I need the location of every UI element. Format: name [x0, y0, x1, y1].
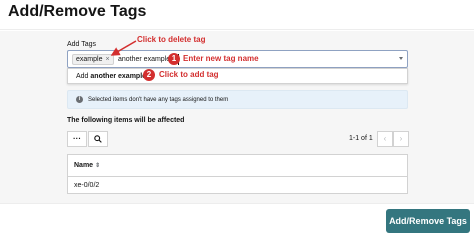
info-icon: i — [76, 96, 83, 103]
modal-footer: Add/Remove Tags — [0, 203, 474, 234]
search-icon — [94, 135, 102, 143]
add-tag-suggestion[interactable]: Add another example — [67, 68, 408, 84]
chip-remove-icon[interactable]: × — [105, 56, 109, 63]
more-options-button[interactable]: ··· — [67, 131, 87, 147]
caret-down-icon[interactable] — [399, 57, 403, 60]
sort-icon: ⇕ — [95, 163, 101, 169]
column-header-name[interactable]: Name ⇕ — [74, 162, 100, 169]
add-remove-tags-button[interactable]: Add/Remove Tags — [386, 209, 470, 233]
tags-input-text[interactable]: another example — [118, 54, 170, 65]
tag-chip: example × — [72, 54, 114, 65]
modal-title: Add/Remove Tags — [8, 3, 147, 20]
suggestion-value: another example — [90, 73, 147, 80]
suggestion-prefix: Add — [76, 73, 91, 80]
callout-add-tag: Click to add tag — [159, 70, 219, 79]
table-row: xe-0/0/2 — [74, 182, 100, 189]
column-header-label: Name — [74, 162, 94, 169]
tag-chip-label: example — [76, 56, 103, 63]
previous-page-button[interactable]: ‹ — [377, 131, 393, 147]
step-2-badge: 2 — [143, 69, 155, 81]
pagination-text: 1-1 of 1 — [349, 135, 373, 142]
modal-header: Add/Remove Tags — [0, 0, 474, 30]
suggestion-text: Add another example — [76, 72, 146, 81]
callout-enter-tag: Enter new tag name — [183, 54, 259, 63]
add-tags-label: Add Tags — [67, 41, 97, 48]
next-page-button[interactable]: › — [393, 131, 409, 147]
info-alert-text: Selected items don't have any tags assig… — [88, 97, 229, 103]
table-header: Name ⇕ — [68, 155, 407, 177]
callout-delete-tag: Click to delete tag — [137, 35, 206, 44]
info-alert: i Selected items don't have any tags ass… — [67, 90, 408, 109]
step-1-badge: 1 — [168, 53, 180, 65]
affected-items-heading: The following items will be affected — [67, 117, 185, 124]
affected-items-table: Name ⇕ xe-0/0/2 — [67, 154, 408, 194]
search-button[interactable] — [88, 131, 108, 147]
